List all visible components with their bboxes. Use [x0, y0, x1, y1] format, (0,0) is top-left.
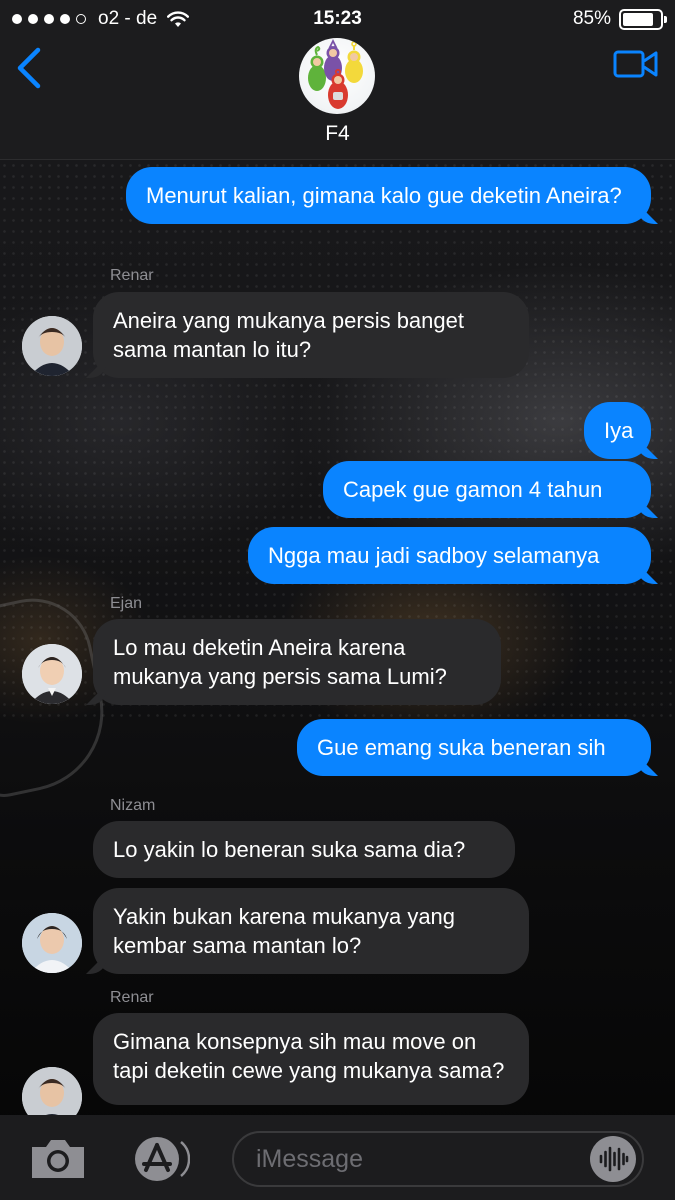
group-name[interactable]: F4: [0, 122, 675, 146]
message-bubble-incoming[interactable]: Yakin bukan karena mukanya yang kembar s…: [93, 888, 529, 974]
status-bar: o2 - de 15:23 85%: [0, 0, 675, 38]
sender-name: Nizam: [110, 797, 156, 814]
avatar[interactable]: [22, 913, 82, 973]
battery-nub: [664, 15, 667, 23]
composer-bar: [0, 1115, 675, 1200]
battery-percent: 85%: [572, 8, 611, 29]
app-store-icon[interactable]: [126, 1134, 190, 1184]
group-avatar[interactable]: [299, 38, 375, 114]
audio-waveform-icon[interactable]: [590, 1136, 636, 1182]
avatar-photo: [22, 316, 82, 376]
message-bubble-incoming[interactable]: Lo yakin lo beneran suka sama dia?: [93, 821, 515, 878]
message-bubble-outgoing[interactable]: Capek gue gamon 4 tahun: [323, 461, 651, 518]
battery-icon: [619, 8, 667, 30]
battery-fill: [623, 12, 653, 26]
battery-status: 85%: [572, 8, 667, 30]
message-bubble-outgoing[interactable]: Iya: [584, 402, 651, 459]
waveform-glyph: [599, 1146, 629, 1172]
avatar[interactable]: [22, 644, 82, 704]
conversation-header: o2 - de 15:23 85% F4: [0, 0, 675, 160]
teletubbies-picture: [308, 38, 363, 109]
message-bubble-outgoing[interactable]: Ngga mau jadi sadboy selamanya: [248, 527, 651, 584]
message-bubble-incoming[interactable]: Lo mau deketin Aneira karena mukanya yan…: [93, 619, 501, 705]
sender-name: Renar: [110, 989, 154, 1006]
avatar-photo: [22, 644, 82, 704]
avatar[interactable]: [22, 316, 82, 376]
avatar-photo: [22, 1067, 82, 1115]
message-bubble-outgoing[interactable]: Gue emang suka beneran sih: [297, 719, 651, 776]
video-camera-icon[interactable]: [613, 48, 659, 80]
message-list[interactable]: Menurut kalian, gimana kalo gue deketin …: [0, 160, 675, 1115]
imessage-input[interactable]: [232, 1131, 644, 1187]
camera-icon[interactable]: [28, 1135, 88, 1181]
message-bubble-outgoing[interactable]: Menurut kalian, gimana kalo gue deketin …: [126, 167, 651, 224]
message-bubble-incoming[interactable]: Gimana konsepnya sih mau move on tapi de…: [93, 1013, 529, 1105]
avatar-photo: [22, 913, 82, 973]
sender-name: Ejan: [110, 595, 143, 612]
sender-name: Renar: [110, 267, 154, 284]
chevron-left-icon[interactable]: [14, 46, 44, 90]
message-bubble-incoming[interactable]: Aneira yang mukanya persis banget sama m…: [93, 292, 529, 378]
avatar[interactable]: [22, 1067, 82, 1115]
